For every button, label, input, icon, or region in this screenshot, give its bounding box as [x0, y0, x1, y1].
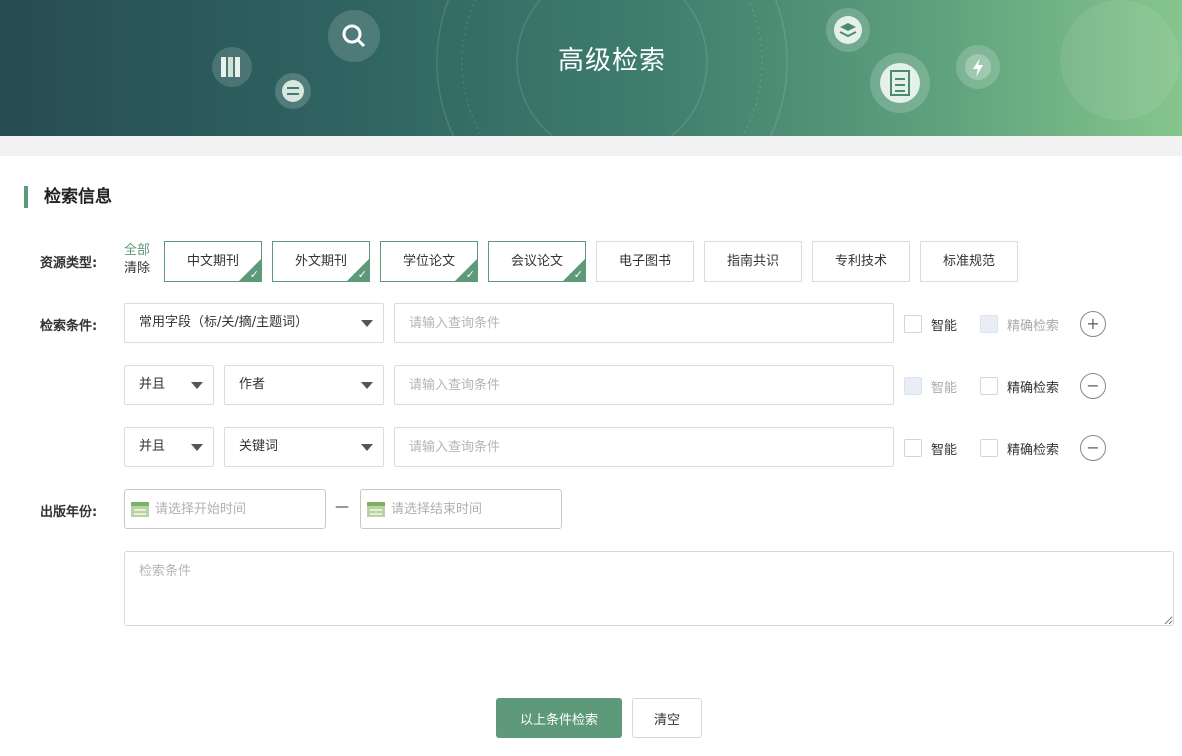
field-select[interactable]: 常用字段（标/关/摘/主题词）: [124, 303, 384, 343]
check-icon: ✓: [357, 268, 367, 281]
exact-label: 精确检索: [1007, 381, 1060, 396]
remove-condition-button[interactable]: −: [1080, 373, 1106, 399]
search-conditions-textarea[interactable]: [124, 551, 1174, 626]
section-title: 检索信息: [44, 187, 112, 207]
clear-button[interactable]: 清空: [632, 698, 702, 738]
field-select-value: 关键词: [239, 439, 279, 454]
type-label: 外文期刊: [294, 254, 347, 269]
end-date-picker[interactable]: [360, 489, 562, 529]
type-label: 中文期刊: [186, 254, 239, 269]
smart-label: 智能: [931, 319, 958, 334]
logic-select-value: 并且: [139, 439, 166, 454]
logic-select-value: 并且: [139, 377, 166, 392]
smart-checkbox[interactable]: [904, 439, 922, 457]
caret-down-icon: [361, 382, 373, 389]
exact-checkbox[interactable]: [980, 439, 998, 457]
add-condition-button[interactable]: +: [1080, 311, 1106, 337]
type-guideline[interactable]: 指南共识: [704, 241, 802, 282]
end-date-input[interactable]: [391, 490, 556, 528]
caret-down-icon: [191, 444, 203, 451]
query-input[interactable]: [394, 427, 894, 467]
calendar-icon: [367, 502, 385, 517]
field-select-value: 常用字段（标/关/摘/主题词）: [139, 315, 309, 330]
start-date-picker[interactable]: [124, 489, 326, 529]
swap-icon: [275, 73, 311, 109]
exact-checkbox[interactable]: [980, 377, 998, 395]
caret-down-icon: [191, 382, 203, 389]
exact-label: 精确检索: [1007, 443, 1060, 458]
conditions-label: 检索条件:: [40, 319, 98, 334]
banner-divider: [0, 136, 1182, 156]
type-standard[interactable]: 标准规范: [920, 241, 1018, 282]
date-separator: —: [335, 499, 349, 515]
type-label: 学位论文: [402, 254, 455, 269]
caret-down-icon: [361, 320, 373, 327]
logic-select[interactable]: 并且: [124, 365, 214, 405]
remove-condition-button[interactable]: −: [1080, 435, 1106, 461]
query-input[interactable]: [394, 303, 894, 343]
smart-label: 智能: [931, 381, 958, 396]
type-dissertation[interactable]: 学位论文 ✓: [380, 241, 478, 282]
type-label: 电子图书: [618, 254, 671, 269]
section-marker: [24, 186, 28, 208]
search-button[interactable]: 以上条件检索: [496, 698, 622, 738]
smart-checkbox[interactable]: [904, 315, 922, 333]
smart-checkbox[interactable]: [904, 377, 922, 395]
check-icon: ✓: [465, 268, 475, 281]
type-conference-paper[interactable]: 会议论文 ✓: [488, 241, 586, 282]
type-label: 专利技术: [834, 254, 887, 269]
type-foreign-journal[interactable]: 外文期刊 ✓: [272, 241, 370, 282]
field-select-value: 作者: [239, 377, 266, 392]
banner: 高级检索: [0, 0, 1182, 136]
smart-label: 智能: [931, 443, 958, 458]
start-date-input[interactable]: [155, 490, 320, 528]
field-select[interactable]: 关键词: [224, 427, 384, 467]
year-label: 出版年份:: [40, 505, 98, 520]
type-label: 会议论文: [510, 254, 563, 269]
type-patent[interactable]: 专利技术: [812, 241, 910, 282]
resource-type-label: 资源类型:: [40, 256, 98, 271]
logic-select[interactable]: 并且: [124, 427, 214, 467]
type-chinese-journal[interactable]: 中文期刊 ✓: [164, 241, 262, 282]
exact-label: 精确检索: [1007, 319, 1060, 334]
select-all-clear: 全部 清除: [124, 242, 150, 278]
exact-checkbox[interactable]: [980, 315, 998, 333]
type-label: 标准规范: [942, 254, 995, 269]
select-all-link[interactable]: 全部: [124, 242, 150, 260]
check-icon: ✓: [573, 268, 583, 281]
field-select[interactable]: 作者: [224, 365, 384, 405]
calendar-icon: [131, 502, 149, 517]
page-title: 高级检索: [557, 46, 666, 76]
type-label: 指南共识: [726, 254, 779, 269]
query-input[interactable]: [394, 365, 894, 405]
check-icon: ✓: [249, 268, 259, 281]
clear-selection-link[interactable]: 清除: [124, 260, 150, 278]
type-ebook[interactable]: 电子图书: [596, 241, 694, 282]
caret-down-icon: [361, 444, 373, 451]
